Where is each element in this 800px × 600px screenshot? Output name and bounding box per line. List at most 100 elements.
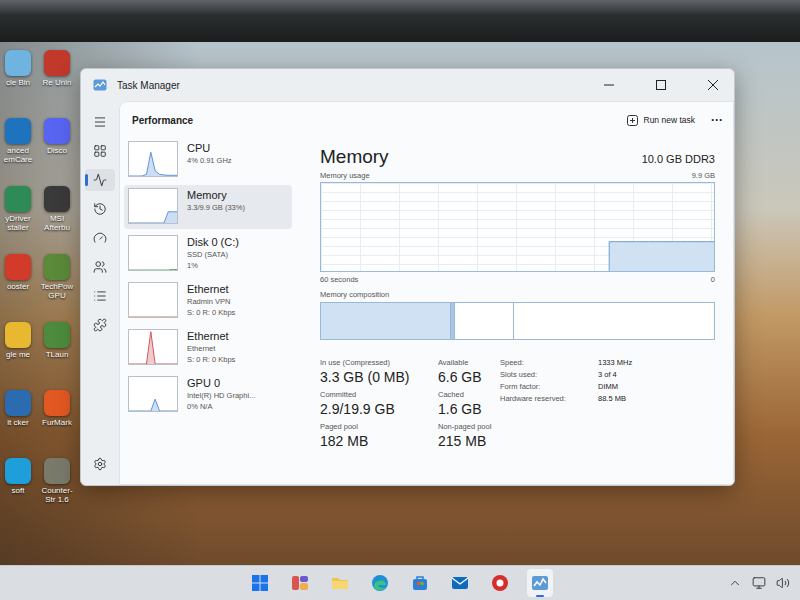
taskbar-button[interactable] <box>327 569 353 597</box>
device-item[interactable]: EthernetEthernetS: 0 R: 0 Kbps <box>124 326 292 370</box>
desktop-shortcut[interactable]: yDriver staller <box>0 186 36 254</box>
device-detail: Radmin VPN <box>187 297 235 306</box>
run-new-task-button[interactable]: Run new task <box>627 115 696 126</box>
screen: cle Bin Re Unin anced emCare Disco yDriver s… <box>0 0 800 600</box>
desktop-shortcut[interactable]: Counter-Str 1.6 <box>36 458 78 526</box>
device-name: Ethernet <box>187 330 235 342</box>
nav-button[interactable] <box>85 198 115 220</box>
nav-button[interactable] <box>85 314 115 336</box>
usage-edge <box>609 242 610 271</box>
minimize-button[interactable] <box>588 69 630 101</box>
device-item[interactable]: EthernetRadmin VPNS: 0 R: 0 Kbps <box>124 279 292 323</box>
composition-segment <box>321 303 451 339</box>
shortcut-label: Re Unin <box>43 79 72 88</box>
app-icon <box>491 574 509 592</box>
mini-graph-area <box>129 399 177 411</box>
device-name: Ethernet <box>187 283 235 295</box>
device-detail: 4% 0.91 GHz <box>187 156 232 165</box>
nav-button[interactable] <box>85 285 115 307</box>
device-item[interactable]: Disk 0 (C:)SSD (SATA)1% <box>124 232 292 276</box>
device-item[interactable]: GPU 0Intel(R) HD Graphi...0% N/A <box>124 373 292 417</box>
nav-button[interactable] <box>85 169 115 191</box>
device-text: EthernetEthernetS: 0 R: 0 Kbps <box>187 329 235 364</box>
usage-area <box>609 242 714 271</box>
desktop-shortcut[interactable]: gle me <box>0 322 36 390</box>
specs-grid: Speed:1333 MHzSlots used:3 of 4Form fact… <box>500 358 632 449</box>
stat: Cached1.6 GB <box>438 390 500 417</box>
detail-spec: 10.0 GB DDR3 <box>642 153 715 165</box>
app-icon <box>44 186 70 212</box>
mini-graph-area <box>129 317 177 318</box>
start-icon <box>251 574 269 592</box>
desktop-shortcut[interactable]: cle Bin <box>0 50 36 118</box>
desktop-shortcut[interactable]: ooster <box>0 254 36 322</box>
desktop-shortcut[interactable]: it cker <box>0 390 36 458</box>
maximize-button[interactable] <box>640 69 682 101</box>
running-mark <box>536 595 544 597</box>
taskbar-button[interactable] <box>447 569 473 597</box>
usage-line <box>681 241 688 242</box>
desktop-shortcut[interactable]: anced emCare <box>0 118 36 186</box>
desktop-shortcut[interactable]: TLaun <box>36 322 78 390</box>
composition-label: Memory composition <box>320 286 715 302</box>
taskbar-button[interactable] <box>287 569 313 597</box>
app-icon <box>5 390 31 416</box>
app-icon <box>44 458 70 484</box>
app-icon <box>44 118 70 144</box>
mini-graph-area <box>129 212 177 223</box>
mail-icon <box>451 574 469 592</box>
device-name: CPU <box>187 142 232 154</box>
taskbar <box>0 565 800 600</box>
app-icon <box>5 186 31 212</box>
usage-chart-plot <box>321 183 714 271</box>
spec-label: Form factor: <box>500 382 598 391</box>
usage-line <box>635 241 642 242</box>
shortcut-label: Disco <box>47 147 67 156</box>
mini-graph-line <box>129 399 177 411</box>
taskbar-button[interactable] <box>527 569 553 597</box>
desktop-shortcut[interactable]: soft <box>0 458 36 526</box>
detail-title: Memory <box>320 146 389 168</box>
desktop-shortcut[interactable]: Disco <box>36 118 78 186</box>
taskbar-button[interactable] <box>247 569 273 597</box>
nav-button[interactable] <box>85 256 115 278</box>
taskbar-button[interactable] <box>367 569 393 597</box>
spec-value: DIMM <box>598 382 632 391</box>
mini-graph-line <box>129 332 177 364</box>
nav-button[interactable] <box>85 111 115 133</box>
shortcut-label: gle me <box>6 351 30 360</box>
nav-button[interactable] <box>85 227 115 249</box>
desktop-shortcut[interactable]: MSI Afterbu <box>36 186 78 254</box>
performance-page: PerformanceRun new task···CPU4% 0.91 GHz… <box>119 101 734 485</box>
more-button[interactable]: ··· <box>711 113 723 127</box>
spec-value: 3 of 4 <box>598 370 632 379</box>
page-header: PerformanceRun new task··· <box>120 102 733 138</box>
device-detail: 3.3/9.9 GB (33%) <box>187 203 245 212</box>
volume-icon[interactable] <box>776 576 790 590</box>
desktop-shortcut[interactable]: FurMark <box>36 390 78 458</box>
desktop-shortcut[interactable]: TechPow GPU <box>36 254 78 322</box>
edge-icon <box>371 574 389 592</box>
history-icon <box>93 202 107 216</box>
usage-line <box>688 241 695 242</box>
desktop-shortcut[interactable]: Re Unin <box>36 50 78 118</box>
stat: Available6.6 GB <box>438 358 500 385</box>
shortcut-label: yDriver staller <box>1 215 35 233</box>
taskbar-button[interactable] <box>407 569 433 597</box>
device-text: GPU 0Intel(R) HD Graphi...0% N/A <box>187 376 255 411</box>
taskbar-button[interactable] <box>487 569 513 597</box>
usage-line <box>694 241 701 242</box>
chevron-icon[interactable] <box>728 576 742 590</box>
device-item[interactable]: Memory3.3/9.9 GB (33%) <box>124 185 292 229</box>
shortcut-label: TechPow GPU <box>37 283 77 301</box>
device-item[interactable]: CPU 4% 0.91 GHz <box>124 138 292 182</box>
nav-button[interactable] <box>85 140 115 162</box>
close-button[interactable] <box>692 69 734 101</box>
settings-button[interactable] <box>85 453 115 475</box>
title-bar: Task Manager <box>81 69 734 101</box>
monitor-icon[interactable] <box>752 576 766 590</box>
shortcut-label: FurMark <box>42 419 72 428</box>
mini-graph <box>128 282 178 318</box>
performance-icon <box>93 173 107 187</box>
taskmanager-icon <box>531 574 549 592</box>
